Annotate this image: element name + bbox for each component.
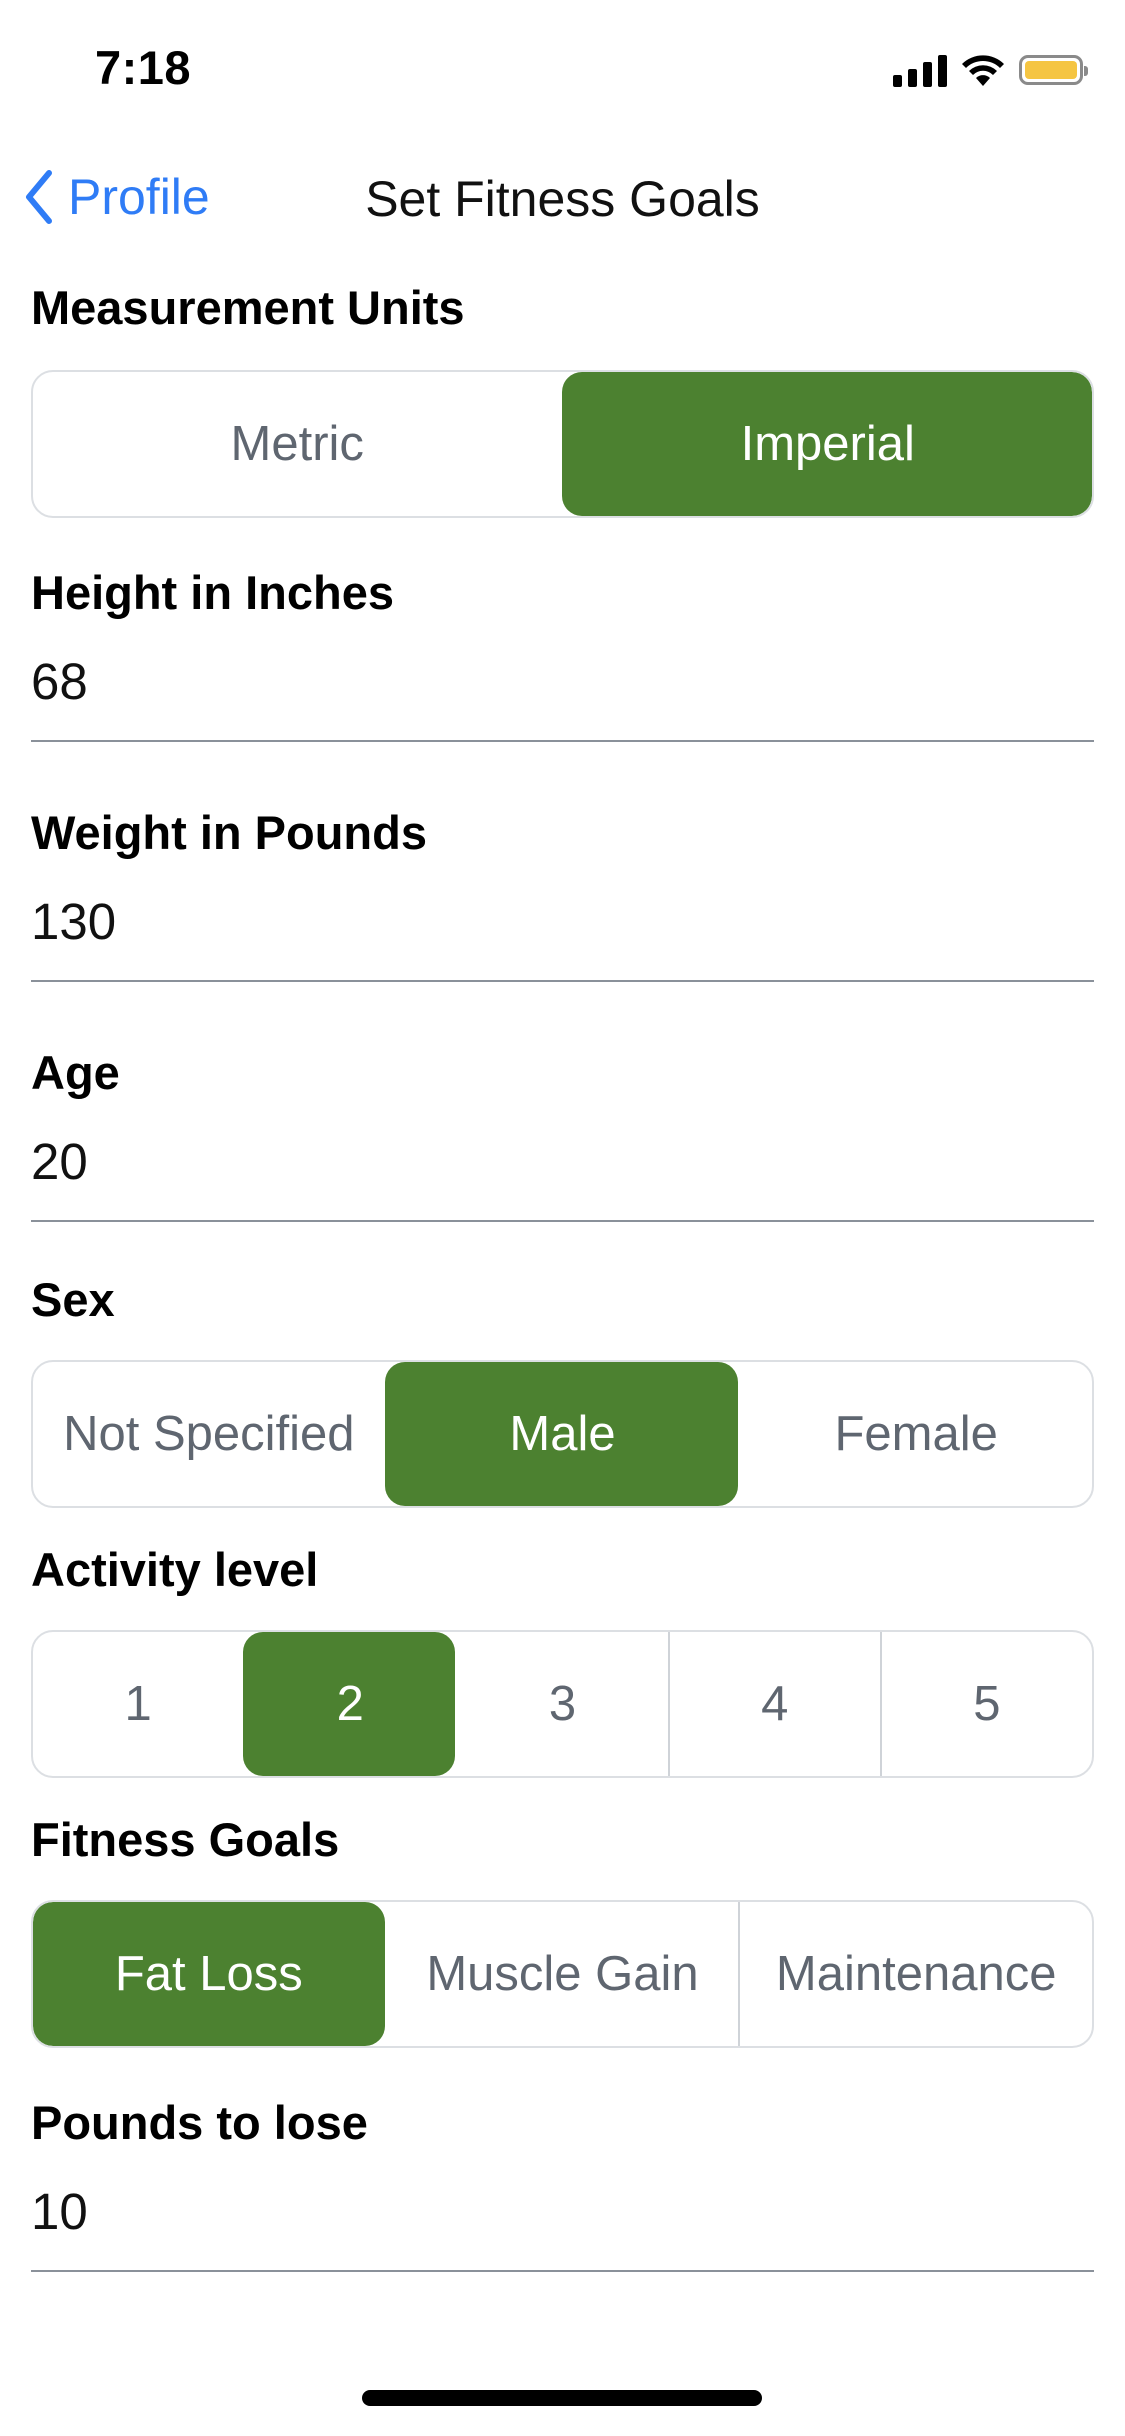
height-input[interactable]: 68 xyxy=(31,652,88,711)
wifi-icon xyxy=(962,55,1004,86)
home-indicator[interactable] xyxy=(362,2390,762,2406)
age-underline xyxy=(31,1220,1094,1222)
sex-control: Not Specified Male Female xyxy=(31,1360,1094,1508)
segment-fat-loss[interactable]: Fat Loss xyxy=(33,1902,385,2046)
pounds-to-lose-label: Pounds to lose xyxy=(31,2096,368,2149)
segment-male[interactable]: Male xyxy=(384,1362,739,1506)
fitness-goals-control: Fat Loss Muscle Gain Maintenance xyxy=(31,1900,1094,2048)
fitness-goals-label: Fitness Goals xyxy=(31,1813,340,1866)
status-icons xyxy=(893,50,1088,90)
pounds-to-lose-underline xyxy=(31,2270,1094,2272)
height-label: Height in Inches xyxy=(31,566,394,619)
activity-level-control: 1 2 3 4 5 xyxy=(31,1630,1094,1778)
segment-maintenance[interactable]: Maintenance xyxy=(738,1902,1092,2046)
height-underline xyxy=(31,740,1094,742)
battery-icon xyxy=(1019,55,1088,85)
segment-activity-3[interactable]: 3 xyxy=(455,1632,667,1776)
activity-level-label: Activity level xyxy=(31,1543,319,1596)
navigation-bar: Profile Set Fitness Goals xyxy=(0,150,1125,250)
segment-activity-5[interactable]: 5 xyxy=(879,1632,1092,1776)
segment-activity-4[interactable]: 4 xyxy=(667,1632,880,1776)
pounds-to-lose-input[interactable]: 10 xyxy=(31,2182,88,2241)
segment-muscle-gain[interactable]: Muscle Gain xyxy=(385,1902,739,2046)
cellular-signal-icon xyxy=(893,53,947,87)
weight-label: Weight in Pounds xyxy=(31,806,427,859)
segment-activity-1[interactable]: 1 xyxy=(33,1632,243,1776)
status-time: 7:18 xyxy=(95,41,192,94)
measurement-units-label: Measurement Units xyxy=(31,281,465,334)
segment-imperial[interactable]: Imperial xyxy=(561,372,1092,516)
age-label: Age xyxy=(31,1046,120,1099)
segment-female[interactable]: Female xyxy=(738,1362,1092,1506)
status-bar: 7:18 xyxy=(0,0,1125,135)
sex-label: Sex xyxy=(31,1273,115,1326)
segment-not-specified[interactable]: Not Specified xyxy=(33,1362,385,1506)
weight-underline xyxy=(31,980,1094,982)
segment-metric[interactable]: Metric xyxy=(33,372,562,516)
age-input[interactable]: 20 xyxy=(31,1132,88,1191)
weight-input[interactable]: 130 xyxy=(31,892,116,951)
segment-activity-2[interactable]: 2 xyxy=(243,1632,456,1776)
measurement-units-control: Metric Imperial xyxy=(31,370,1094,518)
page-title: Set Fitness Goals xyxy=(365,171,760,227)
